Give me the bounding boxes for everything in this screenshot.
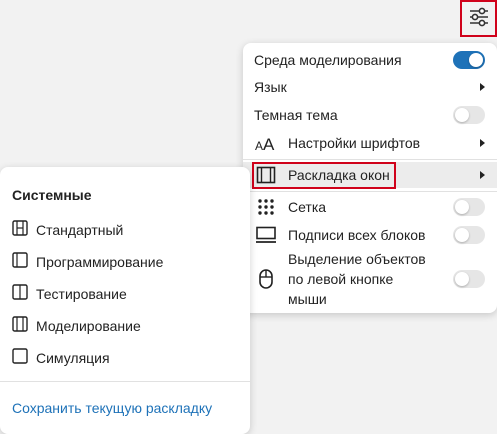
- left-click-select-toggle[interactable]: [453, 270, 485, 288]
- menu-item-block-captions[interactable]: Подписи всех блоков: [243, 224, 497, 246]
- layout-simulation-icon: [12, 348, 28, 367]
- layout-programming-icon: [12, 252, 28, 271]
- window-layout-icon: [256, 165, 276, 185]
- grid-toggle[interactable]: [453, 198, 485, 216]
- panel-divider: [0, 381, 250, 382]
- chevron-right-icon: [480, 139, 485, 147]
- menu-item-label: Подписи всех блоков: [288, 227, 426, 243]
- layout-item-modeling[interactable]: Моделирование: [12, 316, 141, 335]
- svg-text:A: A: [255, 139, 263, 151]
- dark-theme-toggle[interactable]: [453, 106, 485, 124]
- block-caption-icon: [254, 225, 278, 245]
- label-line: мыши: [288, 291, 327, 307]
- menu-item-dark-theme[interactable]: Темная тема: [243, 104, 497, 126]
- menu-item-font-settings[interactable]: A A Настройки шрифтов: [243, 132, 497, 154]
- menu-item-label: Сетка: [288, 199, 327, 215]
- chevron-right-icon: [480, 171, 485, 179]
- menu-item-window-layout-row[interactable]: Раскладка окон: [243, 163, 497, 187]
- modeling-environment-toggle[interactable]: [453, 51, 485, 69]
- menu-divider: [243, 159, 497, 160]
- layout-item-label: Стандартный: [36, 221, 124, 238]
- layout-item-label: Программирование: [36, 253, 164, 270]
- menu-item-modeling-environment[interactable]: Среда моделирования: [243, 48, 497, 72]
- mouse-left-icon: [257, 268, 275, 290]
- menu-item-language[interactable]: Язык: [243, 76, 497, 98]
- menu-item-label: Среда моделирования: [254, 52, 402, 68]
- block-captions-toggle[interactable]: [453, 226, 485, 244]
- label-line: по левой кнопке: [288, 271, 394, 287]
- save-current-layout-link[interactable]: Сохранить текущую раскладку: [12, 400, 212, 416]
- layout-item-label: Тестирование: [36, 285, 127, 302]
- menu-item-label: Настройки шрифтов: [288, 135, 421, 151]
- layout-item-testing[interactable]: Тестирование: [12, 284, 127, 303]
- layout-item-standard[interactable]: Стандартный: [12, 220, 123, 239]
- layout-testing-icon: [12, 284, 28, 303]
- menu-item-label: Выделение объектов по левой кнопке мыши: [288, 249, 426, 309]
- chevron-right-icon: [480, 83, 485, 91]
- layout-item-label: Симуляция: [36, 349, 110, 366]
- layout-item-label: Моделирование: [36, 317, 141, 334]
- menu-item-grid[interactable]: Сетка: [243, 196, 497, 218]
- menu-item-label: Раскладка окон: [288, 167, 390, 183]
- sliders-icon: [468, 6, 490, 31]
- section-title: Системные: [12, 187, 92, 203]
- window-layout-panel: Системные Стандартный Программирование Т…: [0, 167, 250, 434]
- menu-item-label: Темная тема: [254, 107, 338, 123]
- font-size-icon: A A: [254, 132, 278, 154]
- menu-divider: [243, 191, 497, 192]
- menu-item-label: Язык: [254, 79, 287, 95]
- grid-dots-icon: [255, 197, 277, 217]
- label-line: Выделение объектов: [288, 251, 426, 267]
- layout-modeling-icon: [12, 316, 28, 335]
- layout-item-programming[interactable]: Программирование: [12, 252, 163, 271]
- layout-standard-icon: [12, 220, 28, 239]
- layout-item-simulation[interactable]: Симуляция: [12, 348, 110, 367]
- settings-button[interactable]: [460, 0, 497, 37]
- svg-text:A: A: [263, 135, 275, 151]
- settings-menu: Среда моделирования Язык Темная тема A A…: [243, 43, 497, 313]
- menu-item-left-click-select[interactable]: Выделение объектов по левой кнопке мыши: [243, 249, 497, 309]
